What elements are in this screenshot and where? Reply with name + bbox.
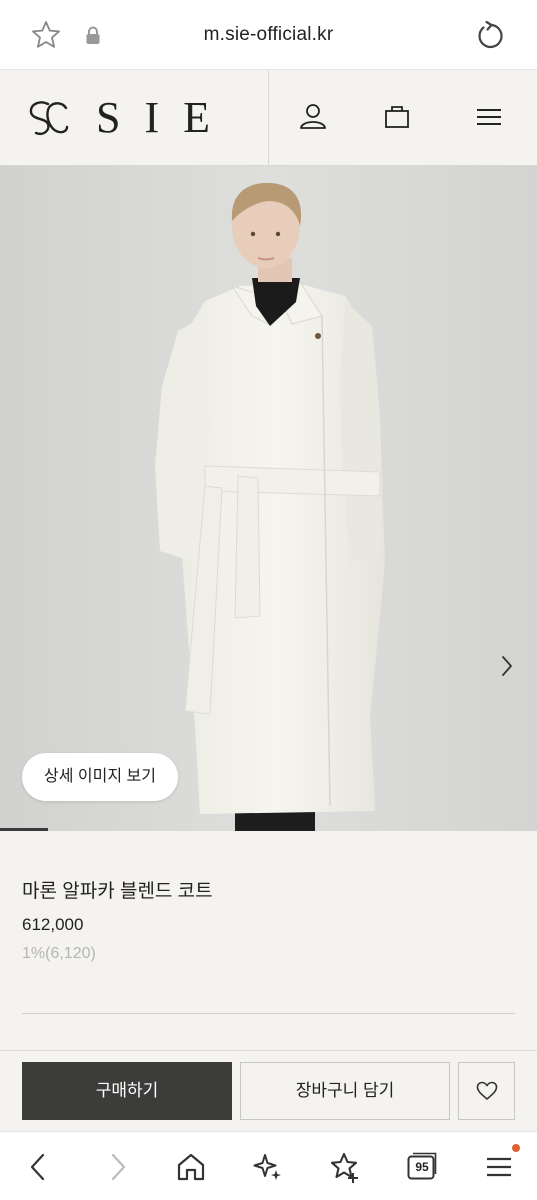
- next-slide-chevron-icon[interactable]: [496, 651, 518, 681]
- purchase-action-bar: 구매하기 장바구니 담기: [0, 1050, 537, 1131]
- product-photo: [0, 166, 537, 831]
- user-icon[interactable]: [296, 100, 330, 134]
- product-name: 마론 알파카 블렌드 코트: [22, 881, 213, 902]
- shopping-bag-icon[interactable]: [380, 100, 414, 134]
- reload-icon[interactable]: [473, 19, 507, 53]
- logo-mark-icon: [29, 101, 69, 135]
- buy-now-button[interactable]: 구매하기: [22, 1062, 232, 1120]
- back-icon[interactable]: [22, 1150, 56, 1184]
- home-icon[interactable]: [174, 1150, 208, 1184]
- notification-dot: [512, 1144, 520, 1152]
- brand-logo[interactable]: SIE: [26, 96, 234, 140]
- product-info: 마론 알파카 블렌드 코트 612,000 1%(6,120): [0, 831, 537, 1051]
- reward-points: 1%(6,120): [22, 945, 96, 962]
- header-divider: [268, 70, 269, 166]
- browser-toolbar: 95: [0, 1131, 537, 1200]
- product-price: 612,000: [22, 915, 84, 934]
- info-divider: [22, 1013, 515, 1014]
- browser-url-bar: m.sie-official.kr: [0, 0, 537, 70]
- brand-wordmark: SIE: [96, 93, 234, 142]
- heart-icon: [476, 1081, 498, 1100]
- tab-count-button[interactable]: 95: [407, 1152, 437, 1180]
- browser-menu-icon[interactable]: [482, 1150, 516, 1184]
- tab-count-text: 95: [415, 1160, 429, 1174]
- view-detail-images-button[interactable]: 상세 이미지 보기: [22, 753, 178, 801]
- product-image-carousel[interactable]: 상세 이미지 보기: [0, 166, 537, 831]
- add-to-cart-button[interactable]: 장바구니 담기: [240, 1062, 450, 1120]
- site-header: SIE: [0, 70, 537, 166]
- menu-icon[interactable]: [472, 100, 506, 134]
- bookmarks-star-icon[interactable]: [328, 1150, 362, 1184]
- wishlist-button[interactable]: [458, 1062, 515, 1120]
- sparkle-icon[interactable]: [251, 1150, 285, 1184]
- forward-icon[interactable]: [100, 1150, 134, 1184]
- url-text[interactable]: m.sie-official.kr: [0, 24, 537, 46]
